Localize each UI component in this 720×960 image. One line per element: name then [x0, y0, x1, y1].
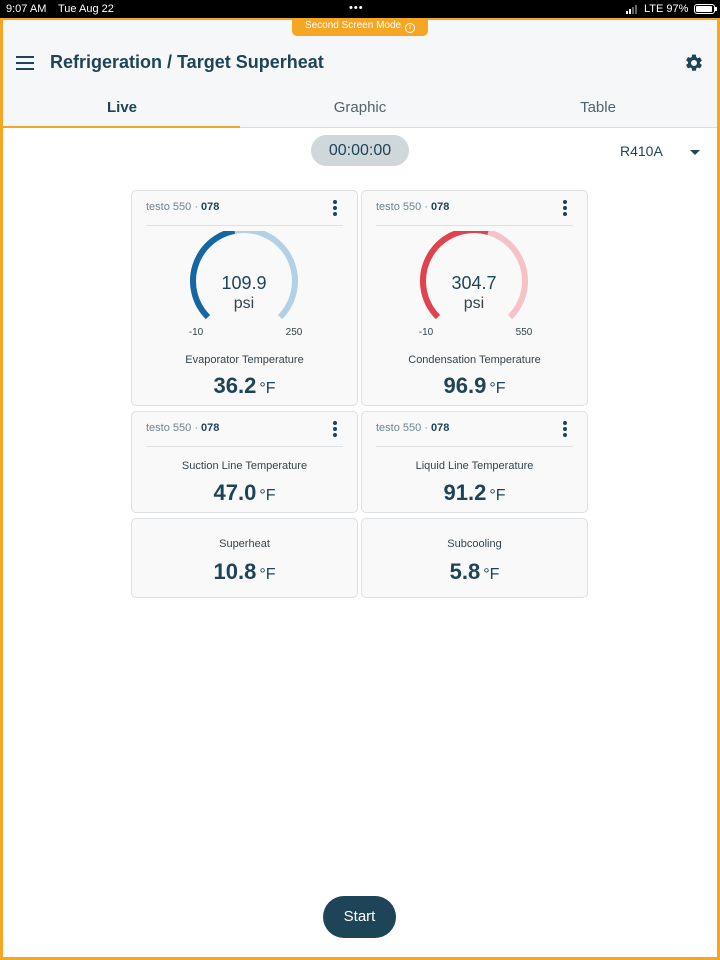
device-label: testo 550 · 078: [376, 422, 450, 434]
app-bar: Refrigeration / Target Superheat Live Gr…: [3, 20, 717, 128]
second-screen-badge[interactable]: Second Screen Mode i: [292, 18, 428, 36]
status-time: 9:07 AM: [6, 3, 47, 15]
gauge-min: -10: [419, 327, 434, 335]
measurement-reading: 96.9 °F: [443, 373, 506, 398]
device-label: testo 550 · 078: [146, 422, 220, 434]
measurement-reading: 47.0 °F: [213, 480, 276, 505]
more-vert-icon[interactable]: [563, 200, 567, 216]
info-icon: i: [405, 23, 416, 33]
hamburger-icon[interactable]: [16, 56, 34, 70]
measurement-label: Superheat: [219, 538, 270, 550]
more-vert-icon[interactable]: [563, 421, 567, 437]
pressure-gauge: 109.9 psi -10 250: [189, 231, 303, 335]
card-divider: [376, 225, 573, 226]
chevron-down-icon[interactable]: [690, 150, 700, 155]
measurement-reading: 36.2 °F: [213, 373, 276, 398]
status-bar: 9:07 AM Tue Aug 22 ••• LTE 97%: [0, 0, 720, 18]
liquid-line-card: testo 550 · 078 Liquid Line Temperature …: [361, 411, 588, 513]
subcooling-card: Subcooling 5.8 °F: [361, 518, 588, 598]
network-battery-text: LTE 97%: [644, 3, 689, 15]
gauge-max: 250: [286, 327, 303, 335]
tab-bar: Live Graphic Table: [3, 88, 717, 128]
more-vert-icon[interactable]: [333, 421, 337, 437]
measurement-label: Liquid Line Temperature: [415, 460, 534, 472]
active-tab-indicator: [3, 126, 240, 128]
measurement-label: Subcooling: [447, 538, 502, 550]
pressure-gauge: 304.7 psi -10 550: [419, 231, 533, 335]
measurement-reading: 91.2 °F: [443, 480, 506, 505]
gauge-unit: psi: [234, 295, 254, 312]
gauge-unit: psi: [464, 295, 484, 312]
measurement-label: Evaporator Temperature: [185, 354, 304, 366]
start-button[interactable]: Start: [323, 896, 396, 938]
suction-line-card: testo 550 · 078 Suction Line Temperature…: [131, 411, 358, 513]
gear-icon[interactable]: [684, 53, 704, 73]
measurement-label: Condensation Temperature: [408, 354, 541, 366]
card-divider: [146, 225, 343, 226]
tab-table[interactable]: Table: [479, 88, 717, 128]
gauge-value: 304.7: [451, 273, 496, 293]
more-vert-icon[interactable]: [333, 200, 337, 216]
timer-display: 00:00:00: [311, 135, 409, 166]
condensation-card: testo 550 · 078 304.7 psi -10 550 Conden…: [361, 190, 588, 406]
page-title: Refrigeration / Target Superheat: [50, 52, 324, 72]
measurement-label: Suction Line Temperature: [181, 460, 308, 472]
card-divider: [376, 446, 573, 447]
second-screen-label: Second Screen Mode: [304, 20, 402, 31]
signal-icon: [626, 5, 640, 14]
tab-graphic[interactable]: Graphic: [241, 88, 479, 128]
device-label: testo 550 · 078: [146, 201, 220, 213]
gauge-min: -10: [189, 327, 204, 335]
gauge-value: 109.9: [221, 273, 266, 293]
measurement-reading: 5.8 °F: [449, 559, 500, 584]
status-date: Tue Aug 22: [58, 3, 114, 15]
tab-live[interactable]: Live: [3, 88, 241, 128]
device-label: testo 550 · 078: [376, 201, 450, 213]
refrigerant-select[interactable]: R410A: [620, 143, 663, 159]
tab-divider: [240, 127, 717, 128]
superheat-card: Superheat 10.8 °F: [131, 518, 358, 598]
card-divider: [146, 446, 343, 447]
battery-icon: [694, 4, 717, 14]
gauge-max: 550: [516, 327, 533, 335]
measurement-reading: 10.8 °F: [213, 559, 276, 584]
multitasking-dots[interactable]: •••: [349, 2, 364, 14]
evaporator-card: testo 550 · 078 109.9 psi -10 250 Evapor…: [131, 190, 358, 406]
